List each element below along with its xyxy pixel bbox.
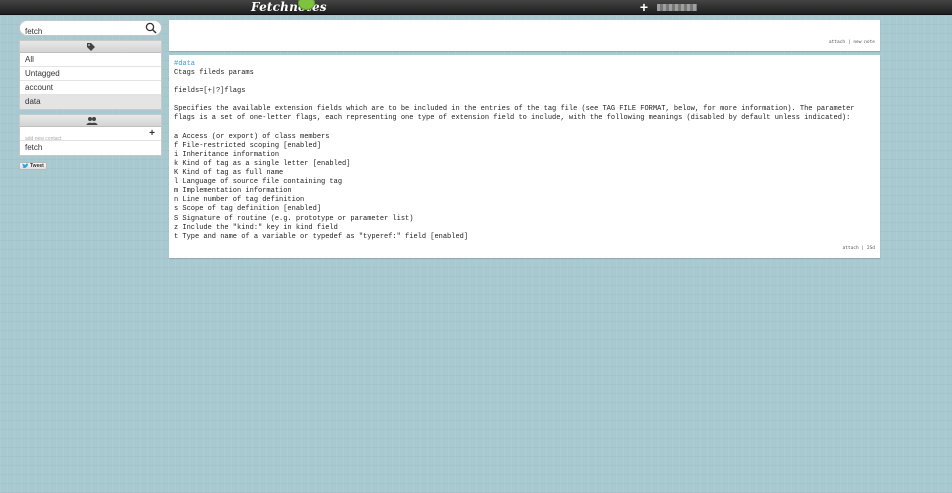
note-flag-line: t Type and name of a variable or typedef… <box>174 232 469 241</box>
add-contact-row: + <box>20 127 161 146</box>
note-description: Specifies the available extension fields… <box>174 105 855 123</box>
tag-icon <box>87 43 95 51</box>
note-flag-line: k Kind of tag as a single letter [enable… <box>174 159 351 168</box>
note-title: Ctags fileds params <box>174 69 254 77</box>
attach-link[interactable]: attach <box>829 40 845 45</box>
composer-actions: attach | new note <box>829 40 875 45</box>
tag-item-untagged[interactable]: Untagged <box>20 67 161 81</box>
search-icon[interactable] <box>145 22 157 34</box>
note-flag-line: s Scope of tag definition [enabled] <box>174 205 322 214</box>
tag-item-data[interactable]: data <box>20 95 161 109</box>
note-footer-separator: | <box>861 246 865 251</box>
new-note-button[interactable]: new note <box>853 40 875 45</box>
twitter-bird-icon <box>22 163 29 169</box>
tags-header <box>20 41 161 53</box>
top-bar: Fetchnotes + <box>0 0 952 15</box>
contacts-panel: + fetch <box>19 114 162 156</box>
tweet-label: Tweet <box>30 163 44 169</box>
tag-item-account[interactable]: account <box>20 81 161 95</box>
note-flag-line: n Line number of tag definition <box>174 196 305 205</box>
app-logo[interactable]: Fetchnotes <box>251 0 327 15</box>
separator: | <box>847 40 851 45</box>
note-composer[interactable]: attach | new note <box>169 20 880 51</box>
user-menu[interactable] <box>657 4 697 11</box>
contacts-header <box>20 115 161 127</box>
note-flag-line: l Language of source file containing tag <box>174 178 343 187</box>
note-flag-line: K Kind of tag as full name <box>174 169 284 178</box>
add-contact-input[interactable] <box>25 132 145 146</box>
users-icon <box>86 117 98 125</box>
search-box <box>19 20 162 39</box>
note-flag-syntax: fields=[+|?]flags <box>174 87 246 96</box>
search-input[interactable] <box>25 24 145 39</box>
add-contact-button[interactable]: + <box>149 127 155 141</box>
note-flag-line: f File-restricted scoping [enabled] <box>174 141 322 150</box>
note-card[interactable]: #data Ctags fileds params fields=[+|?]fl… <box>169 55 880 258</box>
note-footer: attach | 2Sd <box>842 246 875 251</box>
note-attach-link[interactable]: attach <box>842 246 858 251</box>
tags-panel: All Untagged account data <box>19 40 162 110</box>
note-flag-line: m Implementation information <box>174 187 292 196</box>
note-flag-line: z Include the "kind:" key in kind field <box>174 223 338 232</box>
tag-item-all[interactable]: All <box>20 53 161 67</box>
sidebar: All Untagged account data + fetch Tweet <box>19 20 162 174</box>
note-flag-line: i Inheritance information <box>174 150 280 159</box>
plus-icon[interactable]: + <box>638 0 650 15</box>
note-tag[interactable]: #data <box>174 60 875 69</box>
tweet-button[interactable]: Tweet <box>19 162 47 170</box>
note-flag-line: S Signature of routine (e.g. prototype o… <box>174 214 414 223</box>
note-flag-line: a Access (or export) of class members <box>174 132 330 141</box>
note-id: 2Sd <box>866 246 875 251</box>
